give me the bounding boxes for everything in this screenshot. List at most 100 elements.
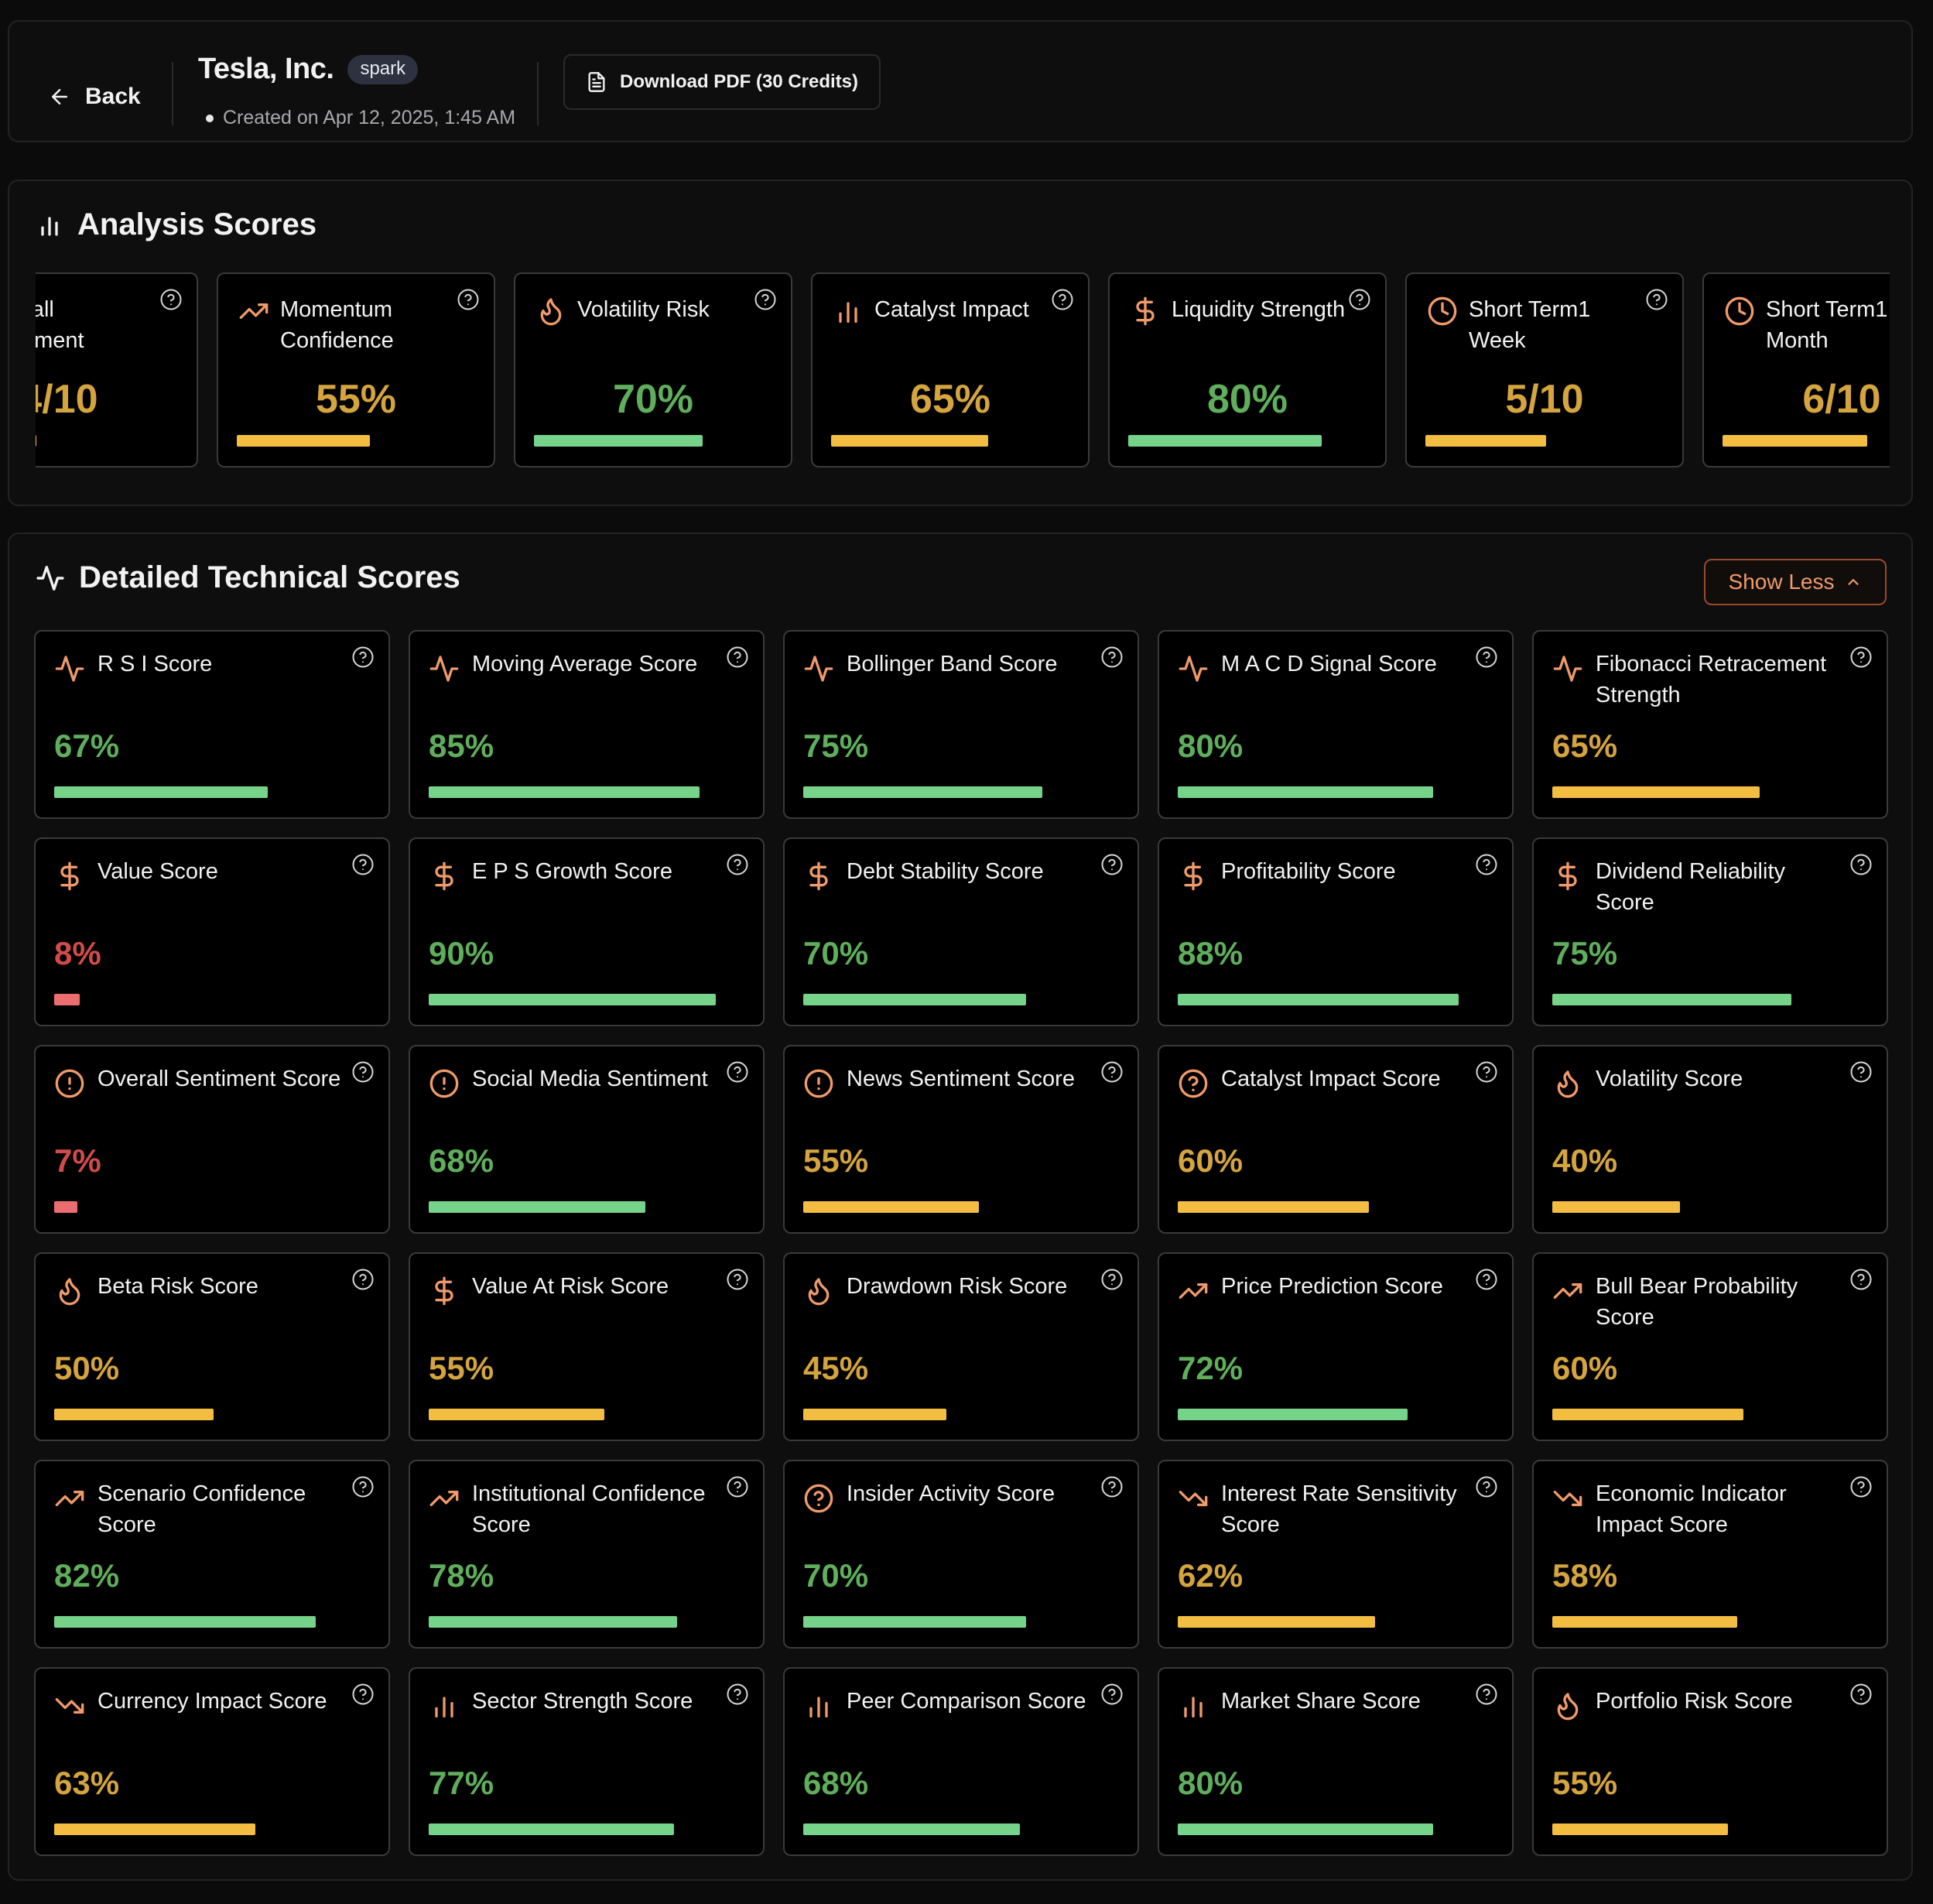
help-icon[interactable] (1475, 1268, 1498, 1291)
score-progress-bar (803, 1201, 979, 1213)
score-card[interactable]: Peer Comparison Score 68% (783, 1667, 1139, 1856)
help-icon[interactable] (1100, 1475, 1124, 1498)
score-card-value: 4/10 (36, 377, 98, 422)
help-icon[interactable] (726, 1683, 749, 1706)
show-less-button[interactable]: Show Less (1704, 559, 1887, 605)
score-card-label: Price Prediction Score (1221, 1274, 1443, 1299)
help-icon[interactable] (351, 1268, 375, 1291)
score-card[interactable]: Price Prediction Score 72% (1158, 1252, 1514, 1441)
help-icon[interactable] (1100, 1268, 1124, 1291)
help-icon[interactable] (351, 1683, 375, 1706)
file-text-icon (586, 71, 607, 93)
score-card[interactable]: Interest Rate Sensitivity Score 62% (1158, 1460, 1514, 1649)
help-icon[interactable] (726, 1268, 749, 1291)
score-progress-bar (803, 994, 1026, 1005)
score-card[interactable]: Catalyst Impact 65% (811, 272, 1090, 467)
help-icon[interactable] (1348, 288, 1371, 311)
score-card[interactable]: Volatility Score 40% (1532, 1045, 1888, 1234)
score-card[interactable]: Bollinger Band Score 75% (783, 630, 1139, 819)
help-icon[interactable] (1475, 646, 1498, 669)
help-icon[interactable] (754, 288, 777, 311)
help-icon[interactable] (1100, 853, 1124, 876)
score-card[interactable]: Market Share Score 80% (1158, 1667, 1514, 1856)
help-icon[interactable] (1849, 1683, 1873, 1706)
score-card[interactable]: Insider Activity Score 70% (783, 1460, 1139, 1649)
help-icon[interactable] (1100, 1060, 1124, 1084)
help-icon[interactable] (351, 1060, 375, 1084)
score-card[interactable]: Value At Risk Score 55% (409, 1252, 765, 1441)
score-card-label: Moving Average Score (472, 652, 698, 676)
dollar-icon (429, 1276, 460, 1306)
help-icon[interactable] (457, 288, 480, 311)
score-card[interactable]: Social Media Sentiment 68% (409, 1045, 765, 1234)
score-card[interactable]: Beta Risk Score 50% (34, 1252, 390, 1441)
score-card[interactable]: Value Score 8% (34, 837, 390, 1026)
help-icon[interactable] (1475, 853, 1498, 876)
help-icon[interactable] (1100, 1683, 1124, 1706)
created-text: Created on Apr 12, 2025, 1:45 AM (223, 107, 516, 128)
help-icon[interactable] (159, 288, 183, 311)
score-card[interactable]: Sector Strength Score 77% (409, 1667, 765, 1856)
score-card[interactable]: R S I Score 67% (34, 630, 390, 819)
help-icon[interactable] (351, 646, 375, 669)
help-icon[interactable] (1849, 646, 1873, 669)
chevron-up-icon (1845, 574, 1862, 591)
help-icon[interactable] (1849, 1268, 1873, 1291)
score-card[interactable]: Portfolio Risk Score 55% (1532, 1667, 1888, 1856)
score-card-label: E P S Growth Score (472, 859, 672, 884)
score-card-value: 70% (612, 377, 694, 422)
score-progress-bar (1178, 1824, 1433, 1835)
download-pdf-button[interactable]: Download PDF (30 Credits) (563, 54, 881, 110)
help-icon[interactable] (726, 646, 749, 669)
trending-up-icon (429, 1483, 460, 1514)
score-progress-bar (1178, 1201, 1369, 1213)
score-card[interactable]: Dividend Reliability Score 75% (1532, 837, 1888, 1026)
help-icon[interactable] (1475, 1475, 1498, 1498)
score-card[interactable]: Catalyst Impact Score 60% (1158, 1045, 1514, 1234)
help-icon[interactable] (1051, 288, 1074, 311)
status-dot (206, 114, 214, 122)
score-card[interactable]: Momentum Confidence 55% (217, 272, 495, 467)
help-icon[interactable] (1849, 1060, 1873, 1084)
score-progress-bar (1128, 435, 1322, 447)
score-card[interactable]: Moving Average Score 85% (409, 630, 765, 819)
score-card[interactable]: Drawdown Risk Score 45% (783, 1252, 1139, 1441)
help-icon[interactable] (351, 1475, 375, 1498)
score-card[interactable]: Bull Bear Probability Score 60% (1532, 1252, 1888, 1441)
help-icon[interactable] (1645, 288, 1668, 311)
help-icon[interactable] (351, 853, 375, 876)
score-card-value: 82% (54, 1557, 120, 1594)
help-circle-icon (803, 1483, 834, 1514)
score-card[interactable]: Profitability Score 88% (1158, 837, 1514, 1026)
score-card[interactable]: News Sentiment Score 55% (783, 1045, 1139, 1234)
help-icon[interactable] (726, 1475, 749, 1498)
score-card[interactable]: Currency Impact Score 63% (34, 1667, 390, 1856)
score-card[interactable]: Overall Sentiment 4/10 (36, 272, 198, 467)
help-icon[interactable] (726, 1060, 749, 1084)
score-card[interactable]: Liquidity Strength 80% (1108, 272, 1387, 467)
score-card[interactable]: Short Term1 Month 6/10 (1702, 272, 1890, 467)
analysis-cards-scroller[interactable]: Overall Sentiment 4/10 Momentum Confidence… (36, 272, 1890, 471)
alert-circle-icon (429, 1068, 460, 1099)
score-card[interactable]: Short Term1 Week 5/10 (1405, 272, 1684, 467)
score-card[interactable]: Overall Sentiment Score 7% (34, 1045, 390, 1234)
help-icon[interactable] (1475, 1060, 1498, 1084)
score-card[interactable]: Economic Indicator Impact Score 58% (1532, 1460, 1888, 1649)
score-card[interactable]: Scenario Confidence Score 82% (34, 1460, 390, 1649)
help-icon[interactable] (1849, 1475, 1873, 1498)
score-card-value: 65% (1552, 728, 1618, 764)
score-card[interactable]: Debt Stability Score 70% (783, 837, 1139, 1026)
score-card[interactable]: Fibonacci Retracement Strength 65% (1532, 630, 1888, 819)
back-button[interactable]: Back (48, 84, 141, 110)
score-card[interactable]: Volatility Risk 70% (514, 272, 792, 467)
score-card-value: 70% (803, 935, 869, 971)
score-progress-bar (429, 994, 716, 1005)
help-icon[interactable] (1475, 1683, 1498, 1706)
clock-icon (1427, 296, 1458, 327)
score-card[interactable]: M A C D Signal Score 80% (1158, 630, 1514, 819)
help-icon[interactable] (1849, 853, 1873, 876)
help-icon[interactable] (1100, 646, 1124, 669)
help-icon[interactable] (726, 853, 749, 876)
score-card[interactable]: E P S Growth Score 90% (409, 837, 765, 1026)
score-card[interactable]: Institutional Confidence Score 78% (409, 1460, 765, 1649)
